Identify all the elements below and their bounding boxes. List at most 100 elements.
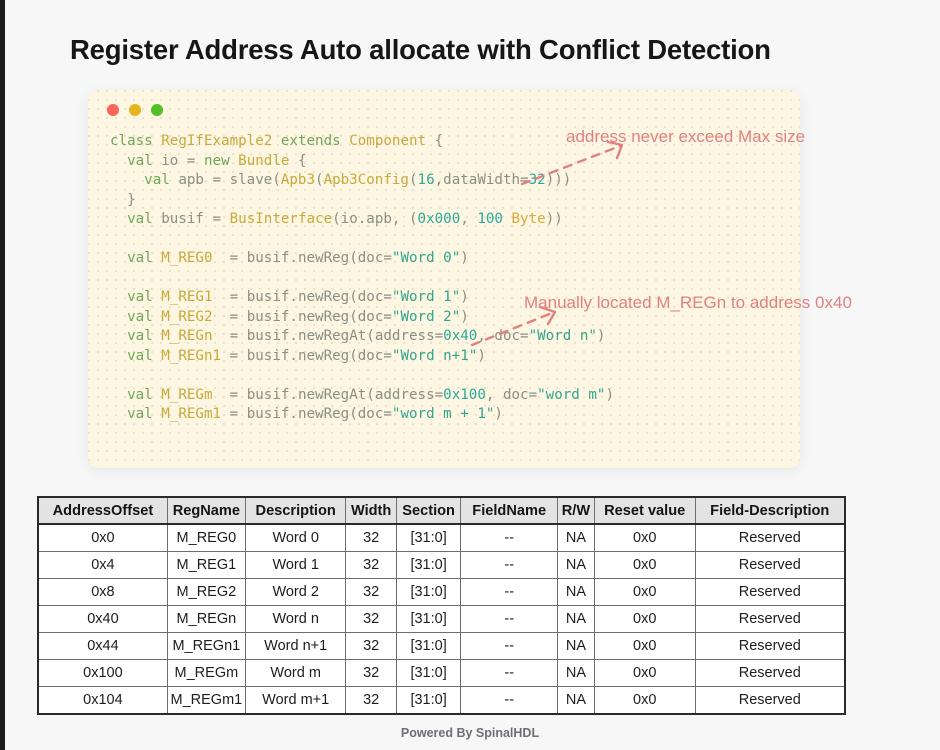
cell-section: [31:0] xyxy=(395,659,462,687)
cell-rw: NA xyxy=(556,605,595,633)
cell-rw: NA xyxy=(556,632,595,660)
cell-rw: NA xyxy=(556,551,595,579)
cell-description: Word n+1 xyxy=(244,632,347,660)
cell-reset: 0x0 xyxy=(593,551,696,579)
table-row: 0x100 M_REGm Word m 32 [31:0] -- NA 0x0 … xyxy=(37,659,846,687)
cell-rw: NA xyxy=(556,578,595,606)
cell-description: Word m xyxy=(244,659,347,687)
column-header-rw: R/W xyxy=(556,496,595,525)
code-line: val M_REGm1 = busif.newReg(doc="word m +… xyxy=(127,406,503,422)
cell-width: 32 xyxy=(345,551,397,579)
cell-reset: 0x0 xyxy=(593,578,696,606)
cell-fieldname: -- xyxy=(460,523,558,552)
table-row: 0x4 M_REG1 Word 1 32 [31:0] -- NA 0x0 Re… xyxy=(37,551,846,579)
cell-fieldname: -- xyxy=(460,659,558,687)
column-header-address-offset: AddressOffset xyxy=(37,496,168,525)
cell-section: [31:0] xyxy=(395,578,462,606)
cell-fieldname: -- xyxy=(460,686,558,715)
column-header-field-name: FieldName xyxy=(460,496,558,525)
cell-width: 32 xyxy=(345,632,397,660)
column-header-width: Width xyxy=(345,496,397,525)
code-line: } xyxy=(127,191,136,208)
table-row: 0x8 M_REG2 Word 2 32 [31:0] -- NA 0x0 Re… xyxy=(37,578,846,606)
cell-width: 32 xyxy=(345,523,397,552)
table-row: 0x44 M_REGn1 Word n+1 32 [31:0] -- NA 0x… xyxy=(37,632,846,660)
annotation-arrow-max-size xyxy=(520,140,624,186)
cell-description: Word 2 xyxy=(244,578,347,606)
cell-address: 0x104 xyxy=(37,686,168,715)
cell-fieldname: -- xyxy=(460,551,558,579)
left-edge-strip xyxy=(0,0,5,750)
cell-address: 0x40 xyxy=(37,605,168,633)
cell-regname: M_REGn xyxy=(166,605,246,633)
code-line: val busif = BusInterface(io.apb, (0x000,… xyxy=(127,211,563,227)
column-header-section: Section xyxy=(395,496,462,525)
cell-field-description: Reserved xyxy=(694,551,846,579)
cell-address: 0x0 xyxy=(37,523,168,552)
cell-reset: 0x0 xyxy=(593,523,696,552)
cell-width: 32 xyxy=(345,605,397,633)
cell-fieldname: -- xyxy=(460,632,558,660)
code-line: val M_REGm = busif.newRegAt(address=0x10… xyxy=(127,386,615,403)
cell-width: 32 xyxy=(345,686,397,715)
cell-address: 0x4 xyxy=(37,551,168,579)
cell-description: Word n xyxy=(244,605,347,633)
cell-regname: M_REG1 xyxy=(166,551,246,579)
cell-regname: M_REGm xyxy=(166,659,246,687)
cell-fieldname: -- xyxy=(460,605,558,633)
cell-section: [31:0] xyxy=(395,632,462,660)
cell-regname: M_REG0 xyxy=(166,523,246,552)
window-controls xyxy=(107,104,163,116)
cell-description: Word 1 xyxy=(244,551,347,579)
cell-address: 0x100 xyxy=(37,659,168,687)
slide-canvas: Register Address Auto allocate with Conf… xyxy=(0,0,940,750)
register-table: AddressOffset RegName Description Width … xyxy=(37,496,846,715)
minimize-dot-icon[interactable] xyxy=(129,104,141,116)
cell-description: Word m+1 xyxy=(244,686,347,715)
column-header-reg-name: RegName xyxy=(166,496,246,525)
cell-section: [31:0] xyxy=(395,686,462,715)
register-table-container: AddressOffset RegName Description Width … xyxy=(37,496,846,715)
cell-reset: 0x0 xyxy=(593,605,696,633)
table-row: 0x0 M_REG0 Word 0 32 [31:0] -- NA 0x0 Re… xyxy=(37,523,846,552)
cell-reset: 0x0 xyxy=(593,632,696,660)
cell-regname: M_REG2 xyxy=(166,578,246,606)
cell-address: 0x8 xyxy=(37,578,168,606)
cell-field-description: Reserved xyxy=(694,632,846,660)
column-header-reset-value: Reset value xyxy=(593,496,696,525)
cell-field-description: Reserved xyxy=(694,605,846,633)
cell-regname: M_REGn1 xyxy=(166,632,246,660)
code-line: val M_REG0 = busif.newReg(doc="Word 0") xyxy=(127,250,469,266)
cell-field-description: Reserved xyxy=(694,686,846,715)
cell-rw: NA xyxy=(556,523,595,552)
page-title: Register Address Auto allocate with Conf… xyxy=(70,34,771,65)
cell-field-description: Reserved xyxy=(694,578,846,606)
table-header-row: AddressOffset RegName Description Width … xyxy=(37,496,846,525)
cell-fieldname: -- xyxy=(460,578,558,606)
cell-reset: 0x0 xyxy=(593,686,696,715)
cell-reset: 0x0 xyxy=(593,659,696,687)
column-header-field-description: Field-Description xyxy=(694,496,846,525)
footer-credit: Powered By SpinalHDL xyxy=(400,726,540,740)
cell-section: [31:0] xyxy=(395,523,462,552)
cell-rw: NA xyxy=(556,659,595,687)
cell-field-description: Reserved xyxy=(694,659,846,687)
annotation-arrow-manual-address xyxy=(470,305,557,347)
maximize-dot-icon[interactable] xyxy=(151,104,163,116)
cell-regname: M_REGm1 xyxy=(166,686,246,715)
cell-section: [31:0] xyxy=(395,605,462,633)
table-row: 0x40 M_REGn Word n 32 [31:0] -- NA 0x0 R… xyxy=(37,605,846,633)
cell-width: 32 xyxy=(345,659,397,687)
table-row: 0x104 M_REGm1 Word m+1 32 [31:0] -- NA 0… xyxy=(37,686,846,715)
cell-field-description: Reserved xyxy=(694,523,846,552)
cell-width: 32 xyxy=(345,578,397,606)
cell-description: Word 0 xyxy=(244,523,347,552)
close-dot-icon[interactable] xyxy=(107,104,119,116)
cell-address: 0x44 xyxy=(37,632,168,660)
column-header-description: Description xyxy=(244,496,347,525)
cell-rw: NA xyxy=(556,686,595,715)
cell-section: [31:0] xyxy=(395,551,462,579)
